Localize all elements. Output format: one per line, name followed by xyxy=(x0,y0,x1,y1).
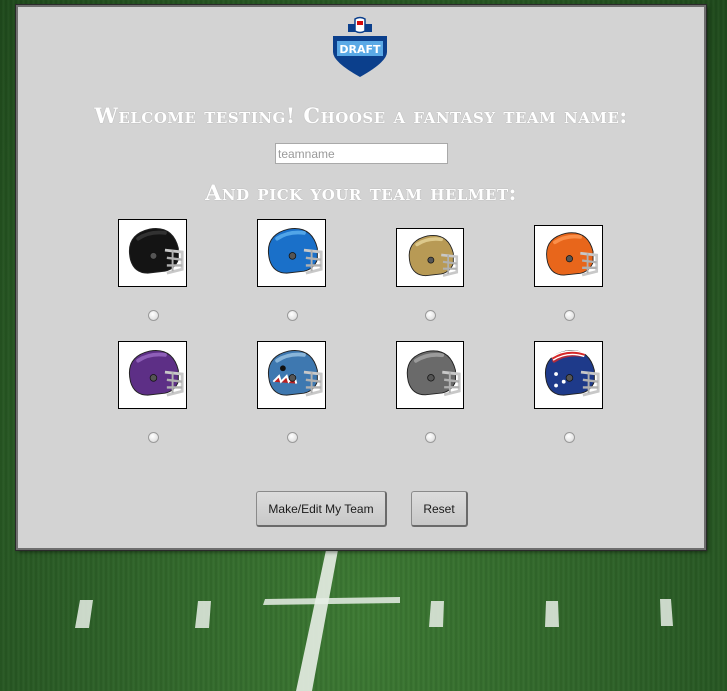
helmet-heading: And pick your team helmet: xyxy=(205,180,517,205)
nfl-draft-logo-icon: DRAFT xyxy=(329,16,391,78)
team-setup-panel: DRAFT Welcome testing! Choose a fantasy … xyxy=(16,5,706,550)
helmet-option-gold[interactable] xyxy=(396,228,464,287)
reset-button[interactable]: Reset xyxy=(411,491,468,527)
gold-helmet-icon xyxy=(408,234,459,277)
welcome-heading: Welcome testing! Choose a fantasy team n… xyxy=(94,103,628,128)
team-name-input[interactable] xyxy=(275,143,448,164)
gray-helmet-icon xyxy=(406,350,461,397)
helmet-option-stars-stripes[interactable] xyxy=(534,341,603,409)
helmet-radio-gray[interactable] xyxy=(425,432,436,443)
helmet-radio-gold[interactable] xyxy=(425,310,436,321)
helmet-radio-orange[interactable] xyxy=(564,310,575,321)
helmet-option-blue[interactable] xyxy=(257,219,326,287)
shark-helmet-icon xyxy=(268,350,323,397)
purple-helmet-icon xyxy=(129,350,184,397)
logo-text: DRAFT xyxy=(339,43,381,56)
make-edit-team-button[interactable]: Make/Edit My Team xyxy=(256,491,387,527)
blue-helmet-icon xyxy=(268,228,323,275)
helmet-radio-purple[interactable] xyxy=(148,432,159,443)
helmet-radio-blue[interactable] xyxy=(287,310,298,321)
stars-stripes-helmet-icon xyxy=(545,350,600,397)
helmet-option-purple[interactable] xyxy=(118,341,187,409)
helmet-option-shark[interactable] xyxy=(257,341,326,409)
black-helmet-icon xyxy=(129,228,184,275)
orange-helmet-icon xyxy=(546,232,599,277)
helmet-option-orange[interactable] xyxy=(534,225,603,287)
helmet-radio-stars-stripes[interactable] xyxy=(564,432,575,443)
helmet-radio-shark[interactable] xyxy=(287,432,298,443)
helmet-option-gray[interactable] xyxy=(396,341,464,409)
helmet-option-black[interactable] xyxy=(118,219,187,287)
helmet-radio-black[interactable] xyxy=(148,310,159,321)
